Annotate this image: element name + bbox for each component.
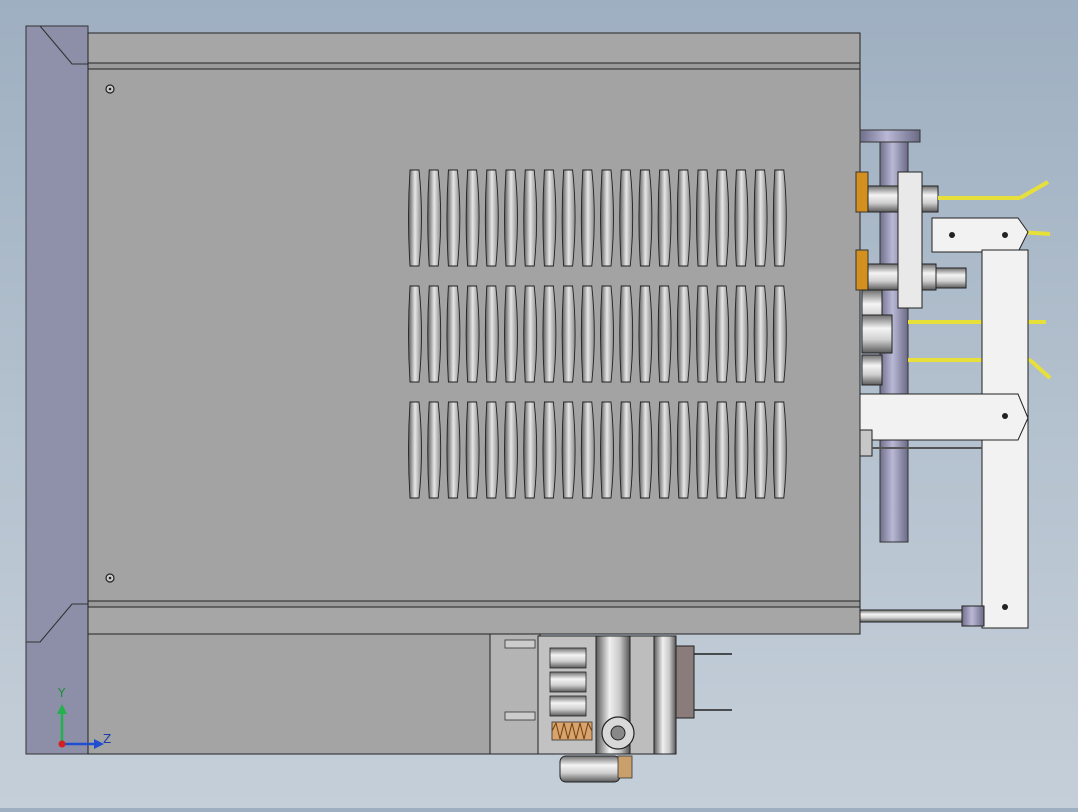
- vent-slot: [734, 401, 749, 499]
- vent-slot: [696, 285, 710, 383]
- vent-slot: [427, 169, 442, 267]
- vent-slot: [619, 285, 634, 383]
- cad-model-drawing: [25, 25, 1052, 783]
- vent-slot: [561, 169, 576, 267]
- right-side-assembly: [855, 129, 1052, 629]
- vent-slot: [638, 285, 653, 383]
- vent-slot: [657, 285, 672, 383]
- vent-slot: [465, 401, 480, 499]
- vent-slot: [504, 169, 518, 267]
- left-flange: [25, 25, 89, 755]
- vent-slot: [408, 401, 422, 499]
- vent-slot: [600, 169, 614, 267]
- vent-slot: [580, 285, 595, 383]
- vent-slot: [619, 401, 634, 499]
- vent-slot: [561, 285, 576, 383]
- vent-slot: [619, 169, 634, 267]
- vent-slot: [504, 285, 518, 383]
- vent-slot: [465, 285, 480, 383]
- vent-slot: [753, 401, 768, 499]
- vent-slot: [484, 401, 499, 499]
- vent-slot: [504, 401, 518, 499]
- vent-slot: [753, 169, 768, 267]
- vent-slot: [542, 169, 557, 267]
- vent-slot: [542, 285, 557, 383]
- vent-slot: [580, 169, 595, 267]
- vent-slot: [600, 401, 614, 499]
- vent-slot: [465, 169, 480, 267]
- vent-slot: [600, 285, 614, 383]
- vent-slot: [696, 401, 710, 499]
- vent-slot: [772, 285, 787, 383]
- cad-viewport[interactable]: Y Z: [0, 0, 1078, 808]
- vent-slot: [484, 169, 499, 267]
- vent-slot: [408, 169, 422, 267]
- vent-slot: [753, 285, 768, 383]
- vent-slot: [676, 285, 691, 383]
- vent-slot: [446, 285, 461, 383]
- vent-slot: [734, 169, 749, 267]
- triad-y-label: Y: [58, 686, 66, 700]
- drive-mechanism: [537, 635, 732, 783]
- vent-slot: [523, 401, 538, 499]
- vent-slot: [772, 169, 787, 267]
- vent-slot: [427, 285, 442, 383]
- vent-slot: [561, 401, 576, 499]
- vent-slot: [715, 169, 730, 267]
- vent-slot: [715, 285, 730, 383]
- lower-enclosure: [87, 633, 541, 755]
- vent-slot: [446, 401, 461, 499]
- vent-slot: [446, 169, 461, 267]
- vent-slot: [580, 401, 595, 499]
- vent-slot: [523, 169, 538, 267]
- vent-slot: [657, 169, 672, 267]
- vent-slot: [542, 401, 557, 499]
- vent-slot: [484, 285, 499, 383]
- vent-slot: [676, 169, 691, 267]
- vent-slot: [676, 401, 691, 499]
- vent-slot: [657, 401, 672, 499]
- vent-slot: [772, 401, 787, 499]
- triad-z-label: Z: [103, 732, 112, 746]
- vent-slot: [427, 401, 442, 499]
- vent-slot: [408, 285, 422, 383]
- vent-slot: [734, 285, 749, 383]
- vent-slot: [638, 401, 653, 499]
- vent-slot: [523, 285, 538, 383]
- vent-slot: [715, 401, 730, 499]
- vent-slot: [638, 169, 653, 267]
- vent-slot: [696, 169, 710, 267]
